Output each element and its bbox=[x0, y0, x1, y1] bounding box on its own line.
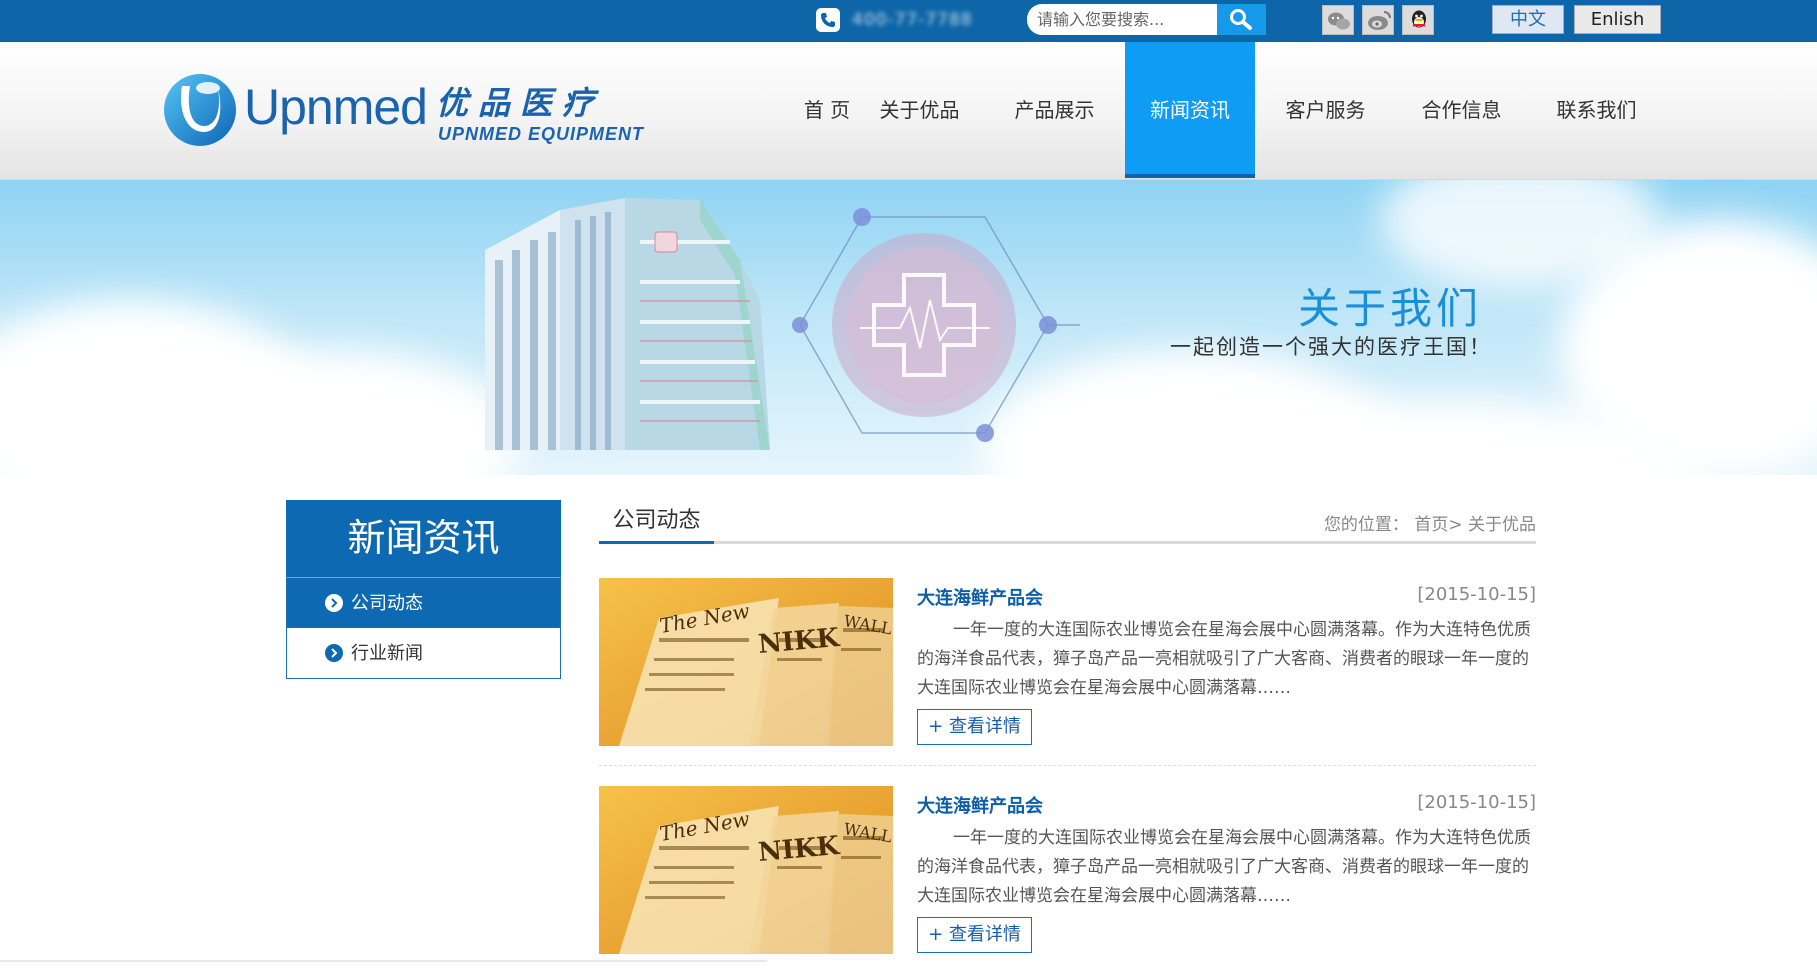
news-date: [2015-10-15] bbox=[1417, 584, 1536, 605]
breadcrumb-separator: > bbox=[1448, 515, 1468, 535]
qq-icon[interactable] bbox=[1402, 5, 1434, 35]
sidebar-title: 新闻资讯 bbox=[286, 500, 561, 577]
breadcrumb-current[interactable]: 关于优品 bbox=[1468, 515, 1536, 535]
weibo-icon[interactable] bbox=[1362, 5, 1394, 35]
wechat-icon[interactable] bbox=[1322, 5, 1354, 35]
news-date: [2015-10-15] bbox=[1417, 792, 1536, 813]
breadcrumb: 您的位置： 首页> 关于优品 bbox=[1324, 510, 1536, 535]
news-thumbnail[interactable]: The New NIKK WALL ST bbox=[599, 578, 893, 746]
breadcrumb-home[interactable]: 首页 bbox=[1414, 515, 1448, 535]
news-thumbnail[interactable]: The New NIKK WALL ST bbox=[599, 786, 893, 954]
banner-illustration bbox=[485, 198, 1080, 450]
breadcrumb-prefix: 您的位置： bbox=[1323, 515, 1409, 535]
logo-mark-icon bbox=[160, 70, 240, 154]
sidebar-item-company-news[interactable]: 公司动态 bbox=[286, 577, 561, 628]
nav-service[interactable]: 客户服务 bbox=[1268, 42, 1383, 178]
news-item: The New NIKK WALL ST 大连海鲜产品会 [2015-10-15… bbox=[599, 578, 1536, 766]
news-title[interactable]: 大连海鲜产品会 bbox=[917, 792, 1043, 818]
nav-products[interactable]: 产品展示 bbox=[997, 42, 1112, 178]
nav-cooperation[interactable]: 合作信息 bbox=[1404, 42, 1519, 178]
logo-text-cn: 优品医疗 bbox=[436, 84, 605, 122]
nav-news[interactable]: 新闻资讯 bbox=[1125, 42, 1255, 178]
language-english-button[interactable]: Enlish bbox=[1574, 5, 1661, 34]
sidebar: 新闻资讯 公司动态 行业新闻 bbox=[286, 500, 561, 679]
search-box bbox=[1027, 4, 1217, 35]
section-header: 公司动态 您的位置： 首页> 关于优品 bbox=[599, 500, 1536, 544]
language-chinese-button[interactable]: 中文 bbox=[1492, 5, 1564, 34]
site-logo[interactable]: Upnmed 优品医疗 UPNMED EQUIPMENT bbox=[160, 70, 660, 160]
phone-number: 400-77-7788 bbox=[852, 10, 973, 30]
sidebar-item-industry-news[interactable]: 行业新闻 bbox=[286, 628, 561, 679]
page-banner: 关于我们 一起创造一个强大的医疗王国！ bbox=[0, 180, 1817, 475]
news-divider bbox=[599, 765, 1536, 766]
nav-about[interactable]: 关于优品 bbox=[862, 42, 977, 178]
search-button[interactable] bbox=[1217, 4, 1266, 35]
top-bar: 400-77-7788 中文 Enlish bbox=[0, 0, 1817, 42]
news-description: 一年一度的大连国际农业博览会在星海会展中心圆满落幕。作为大连特色优质的海洋食品代… bbox=[917, 828, 1531, 906]
horizontal-scrollbar[interactable] bbox=[0, 960, 767, 962]
logo-text-en: Upnmed bbox=[244, 79, 428, 135]
banner-title: 关于我们 bbox=[1298, 284, 1483, 333]
search-input[interactable] bbox=[1027, 4, 1217, 35]
sidebar-item-label: 行业新闻 bbox=[351, 643, 423, 664]
banner-subtitle: 一起创造一个强大的医疗王国！ bbox=[1170, 335, 1492, 359]
news-title[interactable]: 大连海鲜产品会 bbox=[917, 584, 1043, 610]
chevron-right-icon bbox=[325, 644, 343, 662]
phone-icon bbox=[816, 8, 840, 32]
sidebar-item-label: 公司动态 bbox=[351, 593, 423, 614]
news-item: The New NIKK WALL ST 大连海鲜产品会 [2015-10-15… bbox=[599, 786, 1536, 974]
nav-contact[interactable]: 联系我们 bbox=[1539, 42, 1654, 178]
view-details-button[interactable]: + 查看详情 bbox=[917, 709, 1032, 745]
logo-subtitle: UPNMED EQUIPMENT bbox=[438, 124, 645, 144]
news-description: 一年一度的大连国际农业博览会在星海会展中心圆满落幕。作为大连特色优质的海洋食品代… bbox=[917, 620, 1531, 698]
view-details-button[interactable]: + 查看详情 bbox=[917, 917, 1032, 953]
section-tab[interactable]: 公司动态 bbox=[599, 500, 714, 544]
chevron-right-icon bbox=[325, 594, 343, 612]
